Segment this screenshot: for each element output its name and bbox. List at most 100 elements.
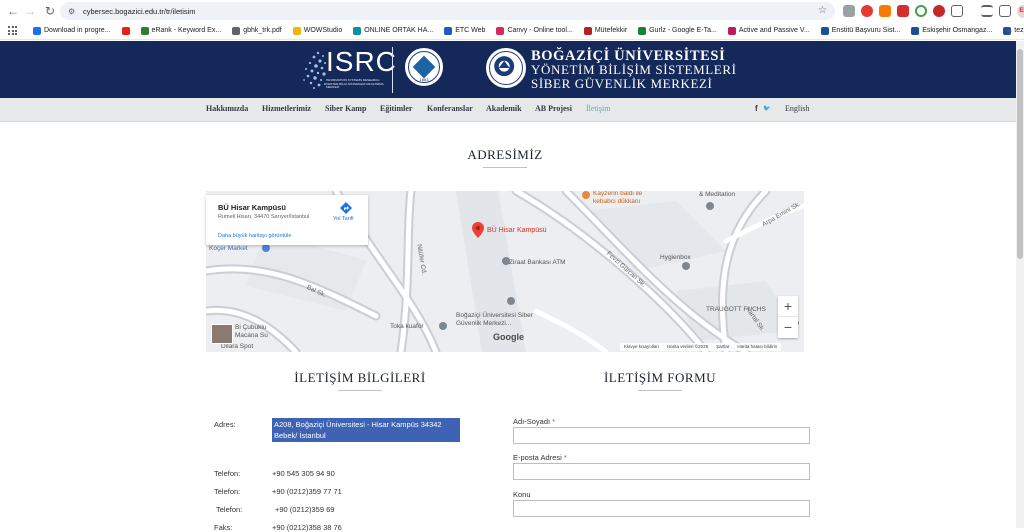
isrc-dots-graphic (303, 51, 326, 89)
map-poi-label: Toka kuaför (390, 323, 424, 330)
bookmark-label: Enstitü Başvuru Sist... (831, 27, 901, 34)
report-error-link[interactable]: Harita hatası bildirin (737, 344, 777, 350)
nav-egitimler[interactable]: Eğitimler (380, 104, 412, 113)
nav-akademik[interactable]: Akademik (486, 104, 522, 113)
arrow-right-icon[interactable]: → (20, 1, 40, 21)
phone-label: Telefon: (214, 487, 241, 496)
bookmark-item[interactable]: Download in progre... (33, 26, 111, 35)
terms-link[interactable]: Şartlar (716, 344, 729, 350)
nav-iletisim[interactable]: İletişim (586, 104, 610, 113)
name-label-text: Adı-Soyadı (513, 417, 551, 426)
twitter-icon[interactable]: 🐦 (763, 105, 770, 112)
larger-map-link[interactable]: Daha büyük haritayı görüntüle (218, 233, 291, 239)
sidepanel-icon[interactable] (999, 5, 1011, 17)
site-info-icon[interactable]: ⚙ (68, 7, 77, 16)
zoom-out-button[interactable]: − (778, 317, 798, 338)
nav-hakkimizda[interactable]: Hakkımızda (206, 104, 248, 113)
name-input[interactable] (513, 427, 810, 444)
bookmark-item[interactable]: WOWStudio (292, 26, 342, 35)
directions-icon[interactable] (340, 202, 352, 214)
phone-label: Telefon: (216, 505, 243, 514)
bookmark-item[interactable]: gbhk_trk.pdf (232, 26, 282, 35)
bookmark-item[interactable] (121, 26, 130, 35)
media-icon[interactable] (981, 5, 993, 17)
bookmarks-more[interactable]: » (1008, 26, 1012, 35)
facebook-icon[interactable]: f (755, 104, 758, 113)
bookmark-label: ONLINE ORTAK HA... (364, 27, 434, 34)
language-switch[interactable]: English (785, 104, 809, 113)
phone-value[interactable]: +90 (0212)359 69 (275, 505, 334, 514)
url-text: cybersec.bogazici.edu.tr/tr/iletisim (83, 6, 196, 16)
apps-grid-icon[interactable] (8, 26, 17, 35)
google-logo: Google (493, 332, 524, 342)
map-info-card: BÜ Hisar Kampüsü Rumeli Hisarı, 34470 Sa… (206, 195, 368, 245)
extension-icon[interactable] (915, 5, 927, 17)
extension-icon[interactable] (897, 5, 909, 17)
bookmark-favicon-icon (33, 26, 41, 35)
map-poi-label: Bi Çubuklu Macana Su (235, 324, 268, 339)
map-pin-label: BÜ Hisar Kampüsü (487, 227, 547, 234)
nav-ab-projesi[interactable]: AB Projesi (535, 104, 572, 113)
map-footer: Klavye kısayolları Harita verileri ©2025… (620, 343, 782, 351)
avatar[interactable]: EK (1017, 4, 1024, 18)
bookmark-item[interactable]: ETC Web (444, 26, 486, 35)
bookmark-favicon-icon (292, 26, 301, 35)
contact-form-title: İLETİŞİM FORMU (603, 370, 717, 385)
nav-konferanslar[interactable]: Konferanslar (427, 104, 473, 113)
bookmark-item[interactable]: Active and Passive V... (727, 26, 810, 35)
bookmark-list: Download in progre... eRank - Keyword Ex.… (33, 26, 1024, 35)
subject-label-text: Konu (513, 490, 531, 499)
bookmark-favicon-icon (820, 26, 829, 35)
title-underline (338, 390, 382, 391)
contact-info-title: İLETİŞİM BİLGİLERİ (294, 370, 426, 385)
bookmark-favicon-icon (583, 26, 592, 35)
phone-value[interactable]: +90 545 305 94 90 (272, 469, 335, 478)
zoom-in-button[interactable]: + (778, 296, 798, 317)
star-icon[interactable]: ☆ (818, 6, 827, 16)
zoom-control: + − (778, 296, 798, 338)
extension-icon[interactable] (861, 5, 873, 17)
email-input[interactable] (513, 463, 810, 480)
bookmark-label: Active and Passive V... (738, 27, 810, 34)
phone-value[interactable]: +90 (0212)359 77 71 (272, 487, 342, 496)
bookmark-item[interactable]: Enstitü Başvuru Sist... (820, 26, 901, 35)
address-bar[interactable]: ⚙ cybersec.bogazici.edu.tr/tr/iletisim ☆ (60, 2, 835, 20)
bookmark-favicon-icon (140, 26, 149, 35)
place-name: BÜ Hisar Kampüsü (218, 203, 286, 212)
map-pin-icon[interactable] (472, 222, 484, 238)
title-underline (483, 167, 527, 168)
keyboard-shortcuts-link[interactable]: Klavye kısayolları (624, 344, 659, 350)
bookmark-label: Gurlz - Google E-Ta... (649, 27, 717, 34)
subject-input[interactable] (513, 500, 810, 517)
seal-year: 1863 (419, 77, 429, 82)
page-scrollbar[interactable] (1016, 41, 1024, 528)
bookmark-item[interactable]: tez_donem_projesi_... (1003, 26, 1024, 35)
bookmark-item[interactable]: Gurlz - Google E-Ta... (638, 26, 717, 35)
center-name: BOĞAZİÇİ ÜNİVERSİTESİ YÖNETİM BİLİŞİM Sİ… (531, 49, 737, 91)
bookmark-favicon-icon (911, 26, 920, 35)
bookmark-item[interactable]: ONLINE ORTAK HA... (353, 26, 434, 35)
directions-button[interactable]: Yol Tarifi (333, 216, 354, 222)
bookmark-favicon-icon (232, 26, 241, 35)
bookmark-item[interactable]: Canvy - Online tool... (496, 26, 573, 35)
reload-icon[interactable]: ↻ (40, 1, 60, 21)
bookmark-item[interactable]: Eskişehir Osmangaz... (911, 26, 992, 35)
bookmark-item[interactable]: Mütefekkir (583, 26, 628, 35)
nav-siber-kamp[interactable]: Siber Kamp (325, 104, 366, 113)
bookmark-label: ETC Web (455, 27, 486, 34)
extension-icon[interactable] (879, 5, 891, 17)
street-view-thumbnail[interactable] (211, 324, 233, 344)
isrc-logo-text: ISRC (326, 46, 397, 77)
extension-icon[interactable] (933, 5, 945, 17)
puzzle-icon[interactable] (951, 5, 963, 17)
department-name: YÖNETİM BİLİŞİM SİSTEMLERİ (531, 62, 737, 77)
center-title: SİBER GÜVENLİK MERKEZİ (531, 76, 713, 91)
bookmark-label: Mütefekkir (594, 27, 628, 34)
bookmarks-bar: Download in progre... eRank - Keyword Ex.… (0, 22, 1024, 40)
busiber-seal-logo (484, 46, 528, 90)
bookmark-favicon-icon (121, 26, 130, 35)
email-field-label: E-posta Adresi * (513, 453, 567, 462)
extension-icon[interactable] (843, 5, 855, 17)
bookmark-item[interactable]: eRank - Keyword Ex... (140, 26, 221, 35)
nav-hizmetlerimiz[interactable]: Hizmetlerimiz (262, 104, 311, 113)
